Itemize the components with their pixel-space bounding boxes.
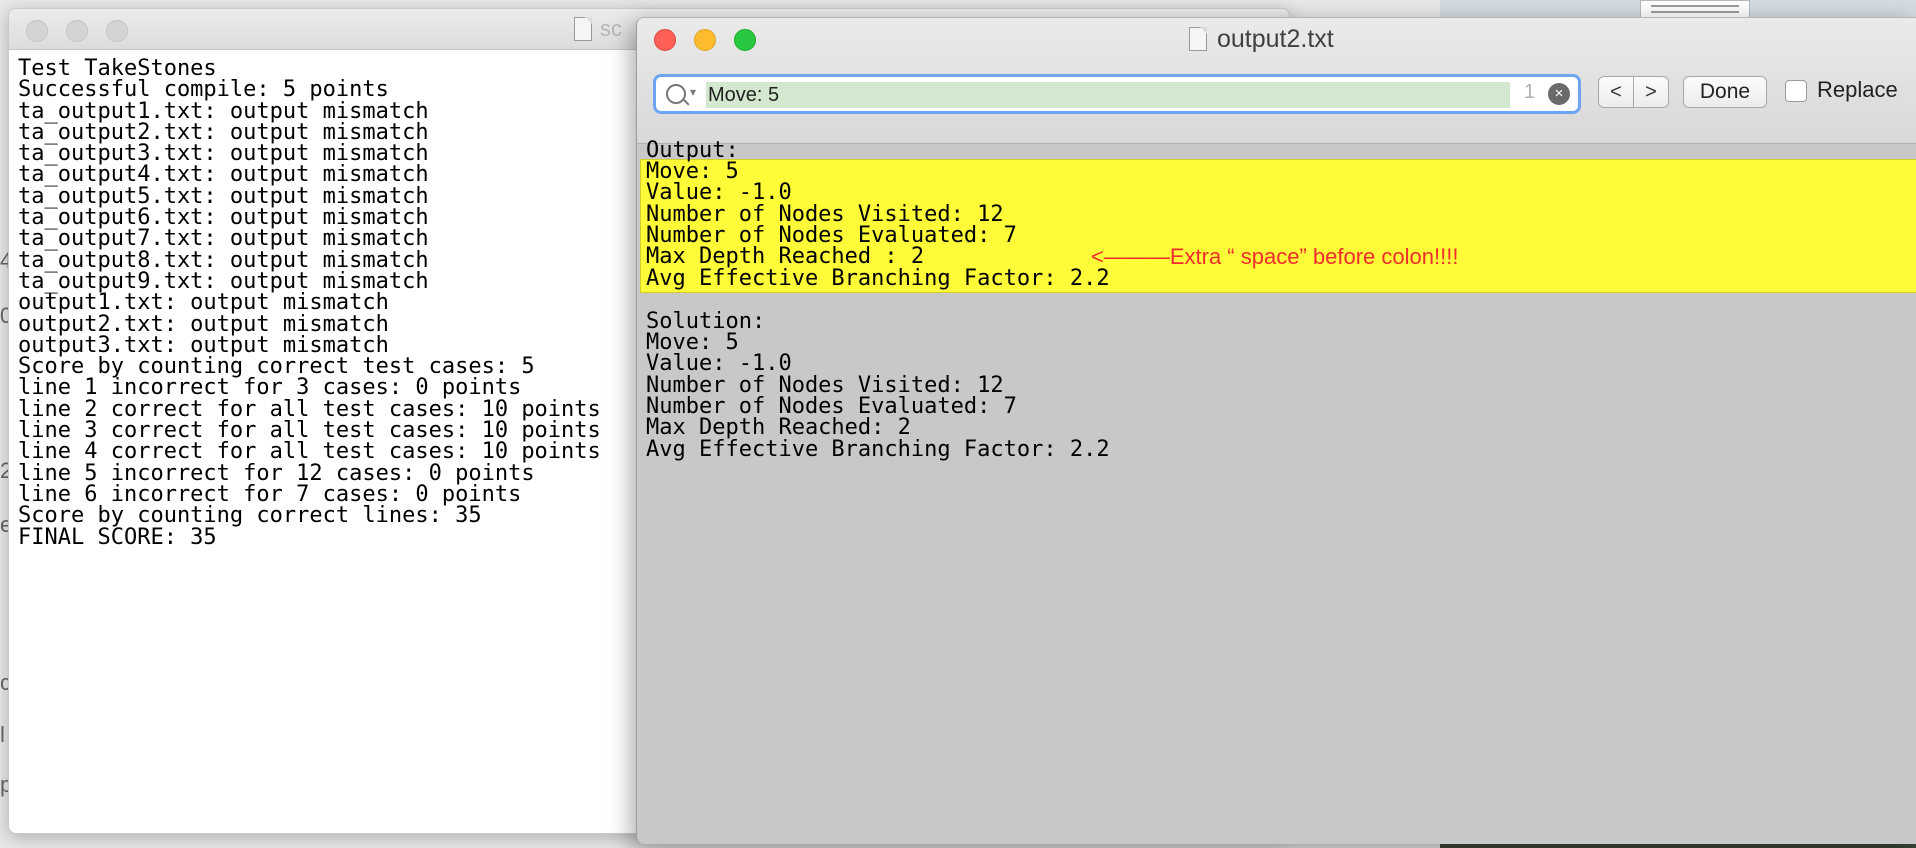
clear-search-icon[interactable]: × — [1548, 83, 1570, 105]
score-line: line 3 correct for all test cases: 10 po… — [18, 418, 601, 444]
score-line: ta_output7.txt: output mismatch — [18, 226, 429, 252]
window-title-text: sc — [600, 16, 622, 41]
minimize-button-inactive[interactable] — [66, 20, 88, 42]
score-line: ta_output9.txt: output mismatch — [18, 268, 429, 294]
score-line: ta_output6.txt: output mismatch — [18, 205, 429, 231]
score-line: output1.txt: output mismatch — [18, 290, 389, 316]
editor-titlebar[interactable]: output2.txt ▾ 1 × < > Done Replace — [637, 18, 1916, 144]
solution-line: Avg Effective Branching Factor: 2.2 — [646, 436, 1110, 462]
output-line: Avg Effective Branching Factor: 2.2 — [646, 265, 1110, 291]
next-match-button[interactable]: > — [1633, 76, 1669, 108]
solution-line: Move: 5 — [646, 330, 739, 355]
find-field[interactable]: ▾ 1 × — [653, 74, 1581, 114]
score-line: output3.txt: output mismatch — [18, 332, 389, 358]
score-line: line 2 correct for all test cases: 10 po… — [18, 396, 601, 422]
output-line: Move: 5 — [646, 159, 739, 184]
score-line: ta_output3.txt: output mismatch — [18, 141, 429, 167]
score-line: ta_output5.txt: output mismatch — [18, 183, 429, 209]
solution-line: Value: -1.0 — [646, 351, 792, 377]
done-button[interactable]: Done — [1683, 76, 1767, 108]
score-line: ta_output2.txt: output mismatch — [18, 119, 429, 145]
text-editor-window[interactable]: output2.txt ▾ 1 × < > Done Replace Outpu… — [636, 17, 1916, 844]
annotation-note: <———Extra “ space” before colon!!!! — [1091, 244, 1459, 270]
search-icon[interactable] — [666, 84, 686, 104]
score-line: ta_output1.txt: output mismatch — [18, 98, 429, 124]
score-line: Score by counting correct lines: 35 — [18, 503, 482, 529]
score-line: ta_output8.txt: output mismatch — [18, 247, 429, 273]
score-line: line 4 correct for all test cases: 10 po… — [18, 439, 601, 465]
minimize-button[interactable] — [694, 29, 716, 51]
score-line: FINAL SCORE: 35 — [18, 524, 217, 550]
replace-label: Replace — [1817, 77, 1898, 102]
score-line: output2.txt: output mismatch — [18, 311, 389, 337]
zoom-button-inactive[interactable] — [106, 20, 128, 42]
output-line: Max Depth Reached : 2 — [646, 244, 925, 270]
edge-fragment: l — [0, 722, 5, 747]
close-button[interactable] — [654, 29, 676, 51]
score-line: line 5 incorrect for 12 cases: 0 points — [18, 460, 535, 486]
score-output-text[interactable]: Test TakeStones Successful compile: 5 poi… — [18, 56, 601, 550]
solution-line: Number of Nodes Evaluated: 7 — [646, 393, 1017, 419]
replace-checkbox[interactable] — [1785, 80, 1807, 102]
score-line: ta_output4.txt: output mismatch — [18, 162, 429, 188]
zoom-button[interactable] — [734, 29, 756, 51]
output-line: Number of Nodes Visited: 12 — [646, 201, 1004, 227]
document-icon — [574, 17, 592, 41]
score-line: line 1 incorrect for 3 cases: 0 points — [18, 375, 522, 401]
score-line: line 6 incorrect for 7 cases: 0 points — [18, 481, 522, 507]
window-title: sc — [574, 15, 622, 43]
solution-line: Max Depth Reached: 2 — [646, 415, 911, 441]
window-title-text: output2.txt — [1217, 24, 1334, 53]
solution-line: Number of Nodes Visited: 12 — [646, 372, 1004, 398]
document-content[interactable]: Output: <———Extra “ space” before colon!… — [637, 139, 1916, 844]
score-line: Successful compile: 5 points — [18, 77, 389, 103]
output-line: Number of Nodes Evaluated: 7 — [646, 222, 1017, 248]
output-line: Value: -1.0 — [646, 180, 792, 206]
match-count: 1 — [1524, 81, 1536, 103]
document-icon — [1189, 27, 1207, 51]
chevron-down-icon[interactable]: ▾ — [690, 85, 696, 99]
score-line: Test TakeStones — [18, 56, 217, 81]
search-input[interactable] — [706, 82, 1510, 108]
score-line: Score by counting correct test cases: 5 — [18, 354, 535, 380]
previous-match-button[interactable]: < — [1598, 76, 1634, 108]
close-button-inactive[interactable] — [26, 20, 48, 42]
window-title: output2.txt — [1189, 24, 1334, 54]
solution-header: Solution: — [646, 308, 766, 334]
